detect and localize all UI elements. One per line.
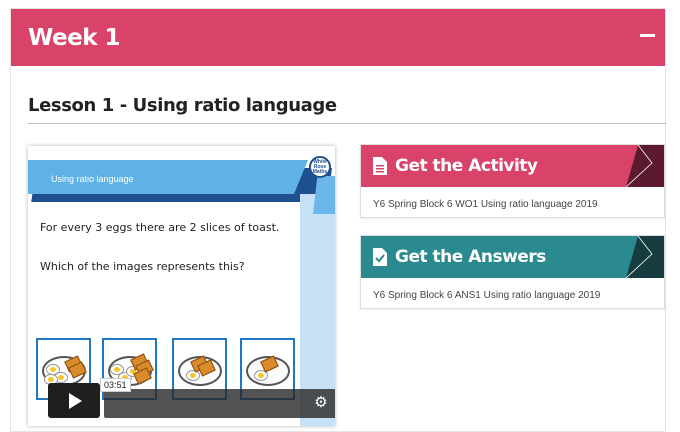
geometric-decoration [625, 236, 664, 278]
slide-title: Using ratio language [51, 174, 134, 184]
egg-icon [186, 370, 200, 381]
get-activity-button[interactable]: Get the Activity [361, 145, 664, 187]
activity-card: Get the Activity Y6 Spring Block 6 WO1 U… [360, 144, 665, 218]
activity-file-name[interactable]: Y6 Spring Block 6 WO1 Using ratio langua… [373, 199, 598, 210]
logo-text: White Rose Maths [312, 158, 328, 175]
video-player[interactable]: Using ratio language White Rose Maths Fo… [28, 146, 335, 426]
answers-card: Get the Answers Y6 Spring Block 6 ANS1 U… [360, 235, 665, 309]
geometric-decoration [625, 145, 664, 187]
collapse-icon[interactable] [640, 34, 655, 37]
document-icon [373, 157, 387, 175]
question-line-2: Which of the images represents this? [40, 260, 245, 273]
divider [28, 123, 666, 124]
lesson-title: Lesson 1 - Using ratio language [28, 95, 337, 116]
play-button[interactable] [48, 383, 100, 418]
video-controls-bar[interactable] [104, 389, 335, 418]
week-accordion: Week 1 Lesson 1 - Using ratio language U… [10, 8, 666, 432]
settings-gear-icon[interactable]: ⚙ [311, 393, 331, 413]
week-header[interactable]: Week 1 [11, 9, 665, 66]
question-line-1: For every 3 eggs there are 2 slices of t… [40, 221, 280, 234]
get-answers-label: Get the Answers [395, 247, 546, 267]
answers-file-name[interactable]: Y6 Spring Block 6 ANS1 Using ratio langu… [373, 290, 600, 301]
get-answers-button[interactable]: Get the Answers [361, 236, 664, 278]
video-duration: 03:51 [100, 378, 131, 392]
document-check-icon [373, 248, 387, 266]
play-icon [69, 392, 82, 409]
get-activity-label: Get the Activity [395, 156, 538, 176]
week-title: Week 1 [28, 24, 121, 51]
white-rose-logo: White Rose Maths [309, 156, 331, 178]
